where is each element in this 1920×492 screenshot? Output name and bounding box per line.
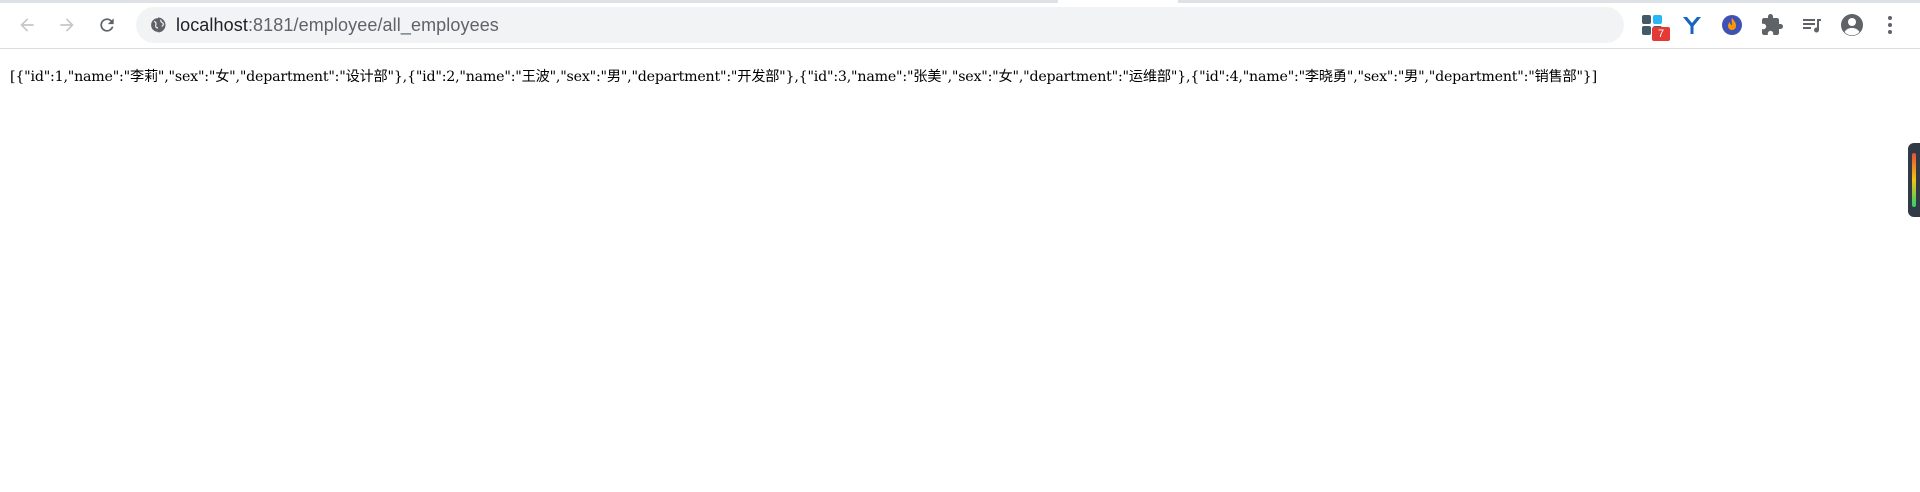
tab-strip-edge (0, 0, 1058, 3)
reading-list-icon (1803, 19, 1821, 33)
side-panel-handle[interactable] (1908, 143, 1920, 217)
browser-menu-button[interactable] (1878, 11, 1902, 39)
url-host: localhost (176, 14, 248, 35)
extensions-button[interactable] (1758, 11, 1786, 39)
avatar-icon (1841, 14, 1863, 36)
arrow-left-icon (20, 18, 34, 32)
y-extension-button[interactable] (1678, 11, 1706, 39)
globe-icon (149, 16, 166, 34)
arrow-right-icon (60, 18, 74, 32)
level-meter-icon (1912, 153, 1916, 207)
url-path: :8181/employee/all_employees (247, 14, 499, 35)
back-button[interactable] (11, 9, 43, 41)
json-response-text: [{"id":1,"name":"李莉","sex":"女","departme… (10, 69, 1597, 85)
kebab-menu-icon (1888, 16, 1892, 34)
extension-badge: 7 (1652, 27, 1670, 41)
flame-icon (1722, 15, 1742, 35)
reading-list-button[interactable] (1798, 11, 1826, 39)
flame-extension-button[interactable] (1718, 11, 1746, 39)
profile-button[interactable] (1838, 11, 1866, 39)
puzzle-icon (1762, 14, 1783, 35)
reload-button[interactable] (91, 9, 123, 41)
forward-button[interactable] (51, 9, 83, 41)
address-bar[interactable]: localhost:8181/employee/all_employees (136, 7, 1624, 43)
url-text[interactable]: localhost:8181/employee/all_employees (176, 15, 499, 36)
y-logo-icon (1683, 17, 1701, 34)
grid-extension-button[interactable]: 7 (1638, 11, 1670, 41)
reload-icon (100, 18, 114, 32)
tab-strip-edge (1178, 0, 1920, 3)
site-info-button[interactable] (140, 7, 176, 43)
browser-toolbar: localhost:8181/employee/all_employees 7 (0, 0, 1920, 49)
